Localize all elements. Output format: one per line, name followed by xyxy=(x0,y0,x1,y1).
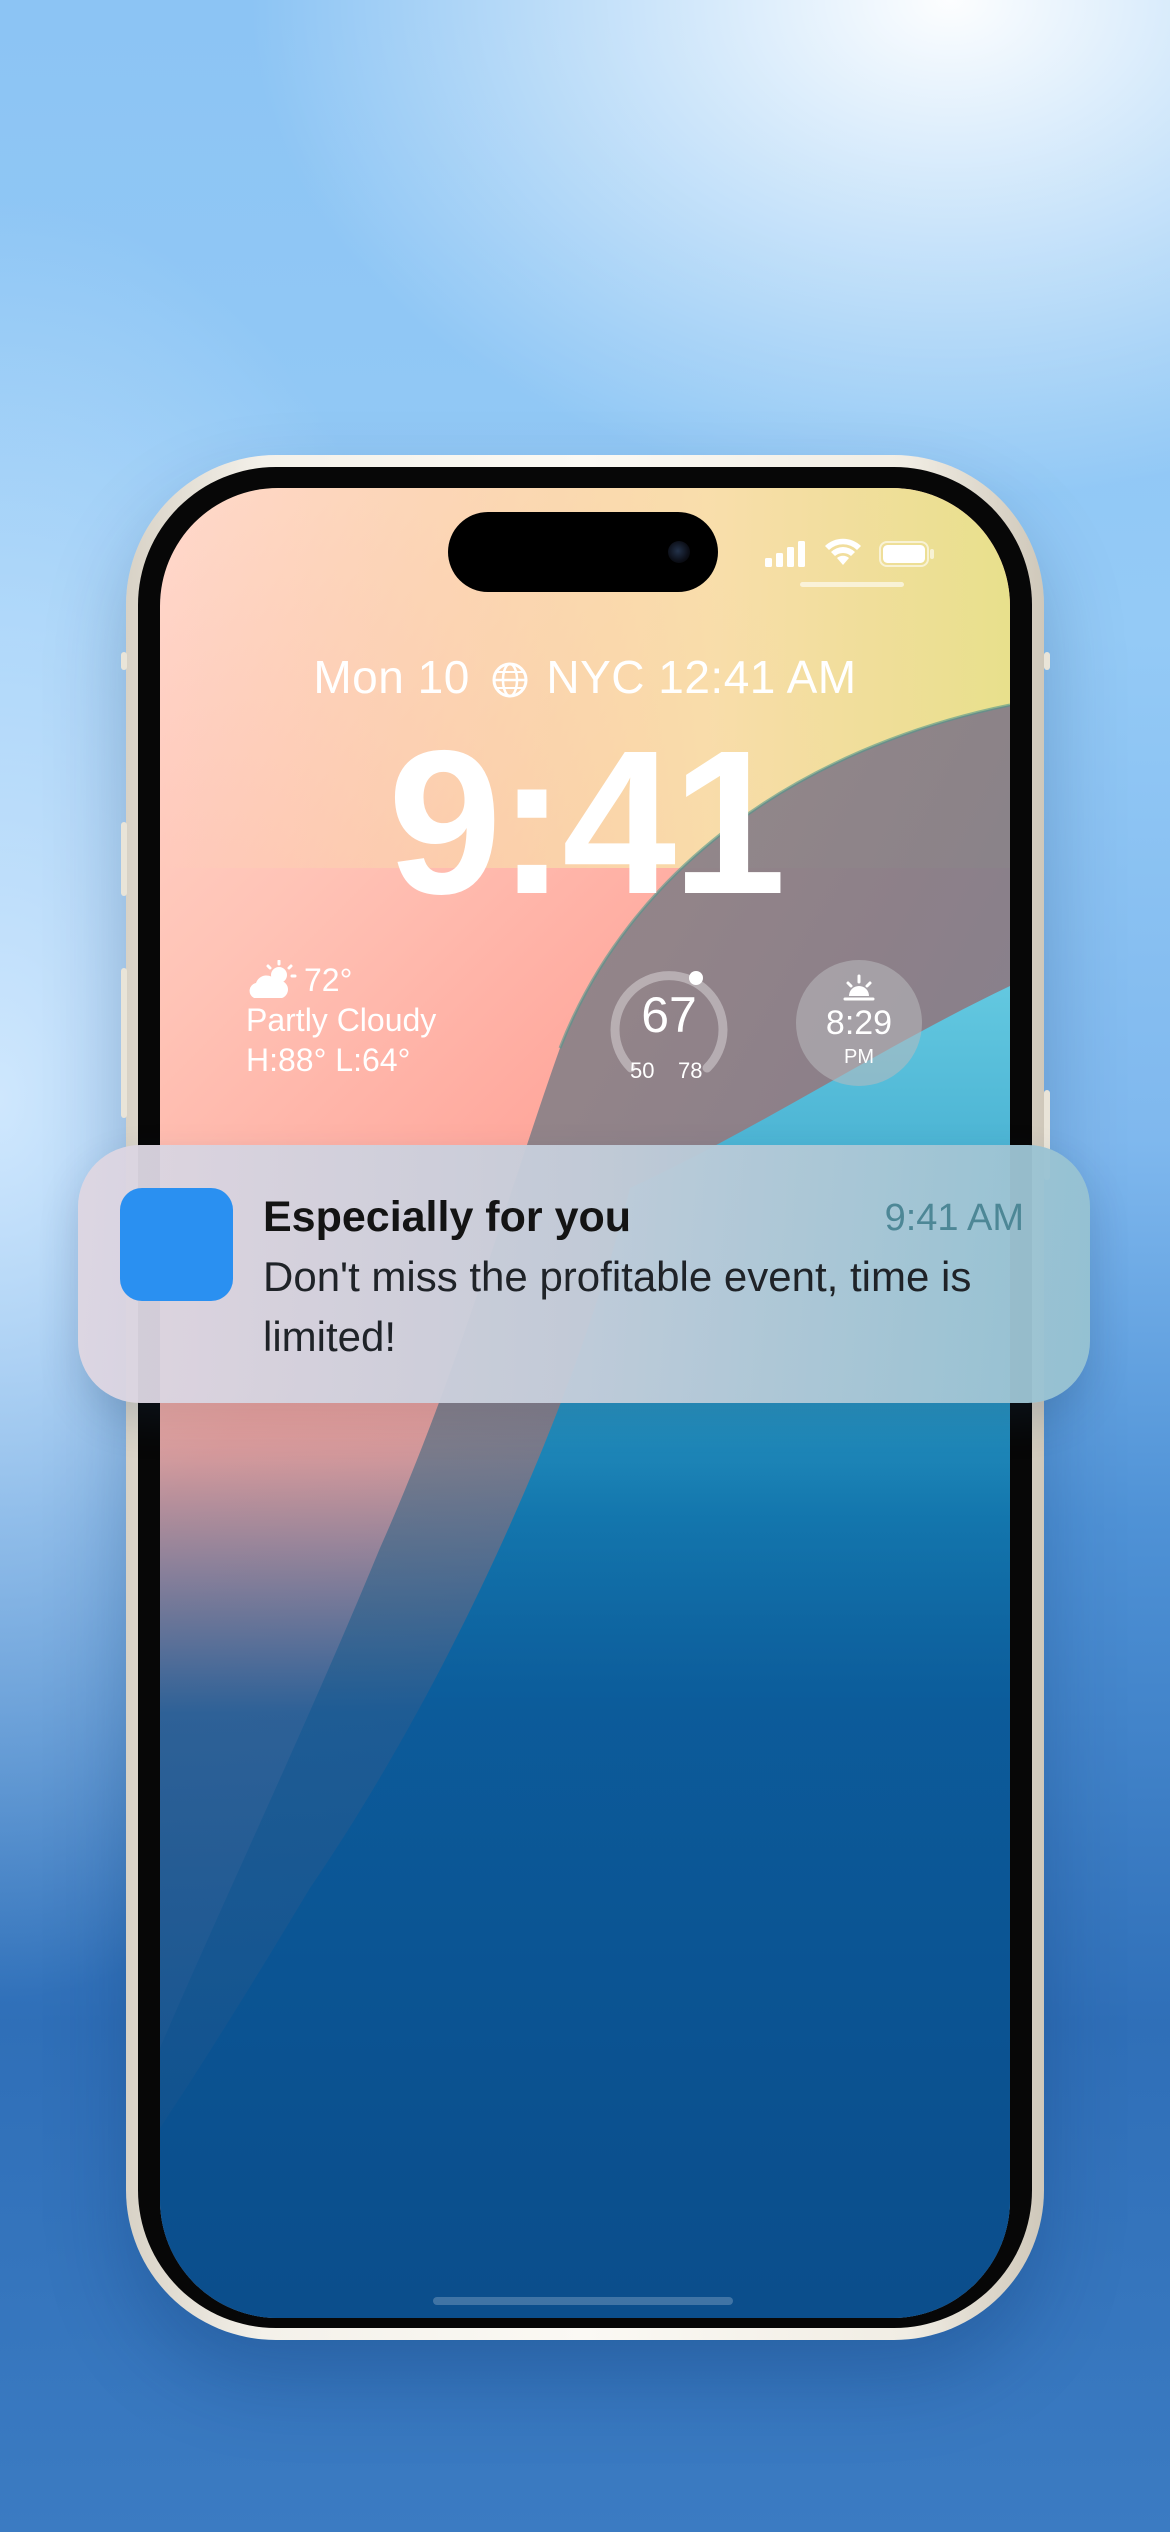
gauge-high: 78 xyxy=(678,1058,703,1083)
date-text: Mon 10 xyxy=(313,651,470,703)
partly-cloudy-icon xyxy=(249,960,297,998)
action-button xyxy=(121,652,127,670)
app-icon xyxy=(120,1188,233,1301)
globe-icon xyxy=(492,662,528,698)
world-clock-text: NYC 12:41 AM xyxy=(546,651,857,703)
signal-icon xyxy=(765,541,805,567)
gauge-low: 50 xyxy=(630,1058,655,1083)
weather-condition: Partly Cloudy xyxy=(246,1002,437,1038)
notification-time: 9:41 AM xyxy=(884,1197,1024,1239)
gauge-value: 67 xyxy=(641,987,697,1043)
volume-up-button xyxy=(121,822,127,896)
volume-down-button xyxy=(121,968,127,1118)
side-button xyxy=(1044,652,1050,670)
weather-temp: 72° xyxy=(304,962,353,998)
sunset-time: 8:29 xyxy=(825,1004,893,1042)
camera-icon xyxy=(668,541,690,563)
sunset-widget[interactable]: 8:29 PM xyxy=(796,960,922,1086)
temperature-gauge-widget[interactable]: 67 50 78 xyxy=(602,960,736,1094)
sunset-icon xyxy=(843,974,875,1001)
status-bar xyxy=(765,535,935,571)
wifi-icon xyxy=(825,538,861,565)
notification-banner[interactable]: Especially for you 9:41 AM Don't miss th… xyxy=(78,1145,1090,1403)
notification-body: Don't miss the profitable event, time is… xyxy=(263,1253,972,1360)
home-indicator[interactable] xyxy=(433,2297,733,2305)
sunset-meridiem: PM xyxy=(844,1046,874,1068)
control-center-indicator[interactable] xyxy=(800,582,904,587)
lock-screen-time: 9:41 xyxy=(387,708,786,937)
weather-widget[interactable]: 72° Partly Cloudy H:88° L:64° xyxy=(246,960,436,1080)
dynamic-island xyxy=(448,512,718,592)
weather-high-low: H:88° L:64° xyxy=(246,1042,411,1078)
battery-icon xyxy=(879,541,934,567)
date-line: Mon 10 NYC 12:41 AM xyxy=(160,650,1010,704)
notification-title: Especially for you xyxy=(263,1193,632,1241)
